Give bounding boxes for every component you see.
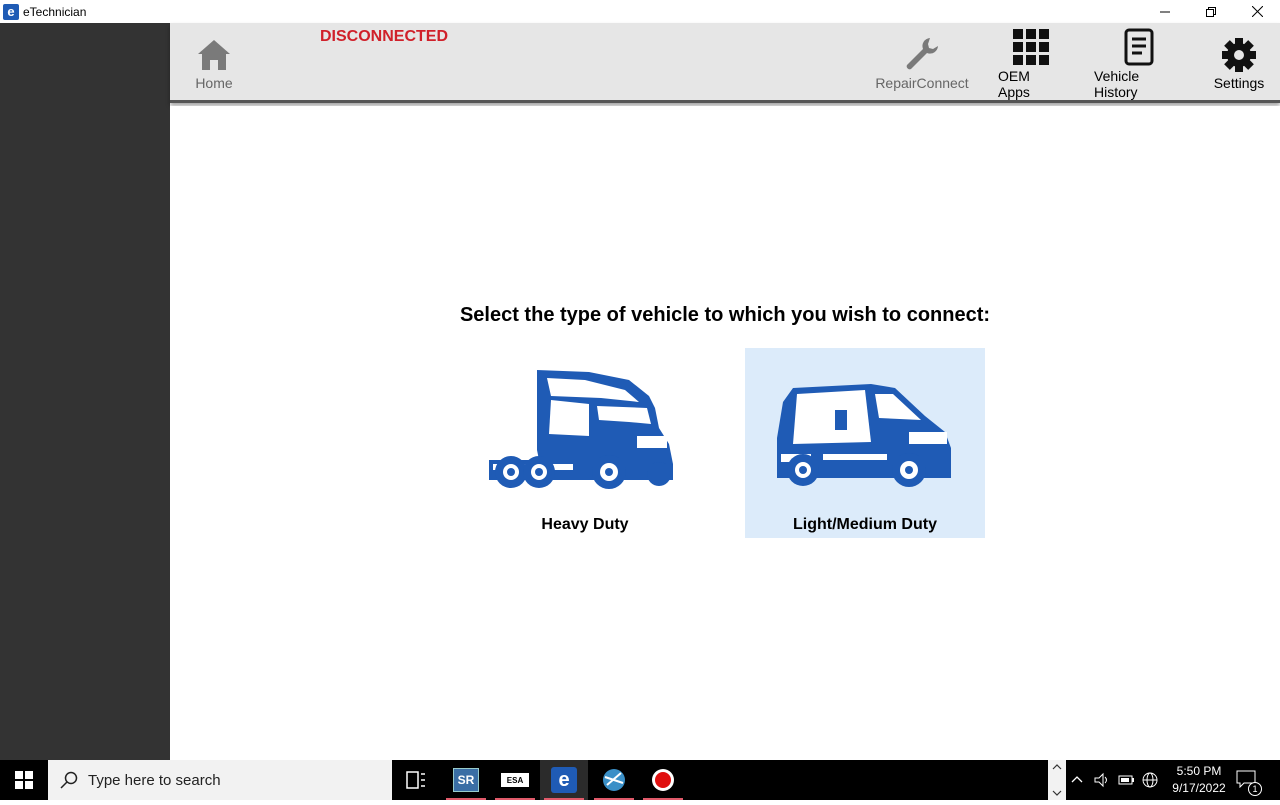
record-icon <box>652 769 674 791</box>
task-view-icon <box>406 771 425 789</box>
light-medium-duty-option[interactable]: Light/Medium Duty <box>745 348 985 538</box>
repairconnect-label: RepairConnect <box>875 75 969 91</box>
close-icon <box>1251 6 1263 17</box>
repairconnect-button[interactable]: RepairConnect <box>875 23 969 100</box>
notification-count: 1 <box>1248 782 1262 796</box>
speaker-icon <box>1094 772 1107 788</box>
network-button[interactable] <box>1142 772 1158 793</box>
taskbar-app-sr[interactable]: SR <box>442 760 490 800</box>
taskbar-app-etechnician[interactable]: e <box>540 760 588 800</box>
restore-icon <box>1206 6 1216 17</box>
van-icon <box>777 384 951 487</box>
vehicle-history-button[interactable]: Vehicle History <box>1094 23 1184 100</box>
title-bar: e eTechnician <box>0 0 1280 23</box>
settings-label: Settings <box>1213 75 1265 91</box>
minimize-button[interactable] <box>1142 0 1188 23</box>
grid-apps-icon <box>1013 29 1049 65</box>
light-medium-duty-label: Light/Medium Duty <box>793 516 937 533</box>
search-placeholder: Type here to search <box>88 771 221 789</box>
main-content: Select the type of vehicle to which you … <box>170 106 1280 760</box>
clock-time: 5:50 PM <box>1176 764 1222 778</box>
search-icon <box>60 771 78 789</box>
semi-truck-icon <box>489 370 673 489</box>
vehicle-type-prompt: Select the type of vehicle to which you … <box>459 304 991 326</box>
sr-app-icon: SR <box>453 768 479 792</box>
taskbar-app-globe[interactable] <box>590 760 638 800</box>
connection-status: DISCONNECTED <box>320 28 449 45</box>
start-button[interactable] <box>0 760 48 800</box>
chevron-up-icon <box>1071 776 1083 783</box>
volume-button[interactable] <box>1094 772 1110 793</box>
heavy-duty-label: Heavy Duty <box>541 516 629 533</box>
esa-app-icon: ESA <box>501 773 529 787</box>
minimize-icon <box>1160 11 1170 12</box>
clock-date: 9/17/2022 <box>1172 781 1226 795</box>
taskbar-search[interactable]: Type here to search <box>48 760 392 800</box>
home-label: Home <box>195 75 233 91</box>
windows-logo-icon <box>15 771 33 789</box>
chevron-up-down-icon <box>1052 764 1062 796</box>
globe-app-icon <box>603 769 625 791</box>
oem-apps-label: OEM Apps <box>998 68 1030 100</box>
globe-network-icon <box>1142 772 1158 788</box>
taskbar-app-record[interactable] <box>639 760 687 800</box>
main-toolbar: Home DISCONNECTED RepairConnect OEM Apps <box>170 23 1280 103</box>
home-button[interactable]: Home <box>192 23 236 100</box>
wrench-icon <box>906 38 938 70</box>
home-icon <box>198 40 230 70</box>
oem-apps-button[interactable]: OEM Apps <box>998 23 1064 100</box>
settings-button[interactable]: Settings <box>1212 23 1266 100</box>
battery-button[interactable] <box>1118 772 1136 793</box>
windows-taskbar: Type here to search SR ESA e 5:50 PM 9/1… <box>0 760 1280 800</box>
window-controls <box>1142 0 1280 23</box>
task-view-button[interactable] <box>392 760 440 800</box>
restore-button[interactable] <box>1188 0 1234 23</box>
heavy-duty-option[interactable]: Heavy Duty <box>465 348 705 538</box>
left-sidebar <box>0 23 170 760</box>
window-title: eTechnician <box>23 4 87 19</box>
gear-icon <box>1222 38 1256 72</box>
taskbar-scroll[interactable] <box>1048 760 1066 800</box>
close-button[interactable] <box>1234 0 1280 23</box>
taskbar-clock[interactable]: 5:50 PM 9/17/2022 <box>1164 763 1234 797</box>
battery-icon <box>1118 775 1134 785</box>
show-hidden-icons-button[interactable] <box>1070 772 1084 791</box>
vehicle-history-label: Vehicle History <box>1094 68 1140 100</box>
notifications-button[interactable]: 1 <box>1236 770 1262 796</box>
taskbar-app-esa[interactable]: ESA <box>491 760 539 800</box>
document-icon <box>1124 28 1154 66</box>
app-logo-icon: e <box>3 3 19 20</box>
etechnician-app-icon: e <box>551 767 577 793</box>
